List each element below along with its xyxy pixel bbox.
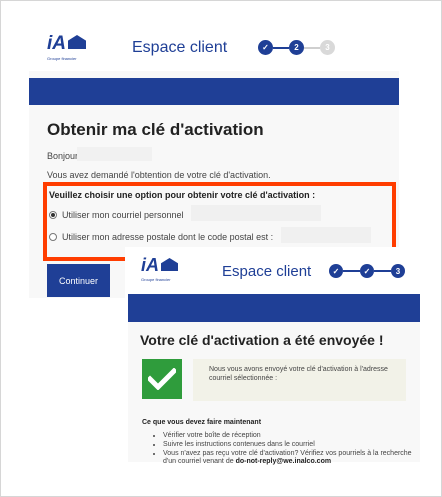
continue-button[interactable]: Continuer [47, 264, 110, 297]
step-1-complete-icon: ✓ [258, 40, 273, 55]
radio-selected-icon[interactable] [49, 211, 57, 219]
page-title: Obtenir ma clé d'activation [47, 120, 264, 139]
step-1-complete-icon: ✓ [329, 264, 343, 278]
todo-title: Ce que vous devez faire maintenant [142, 419, 262, 426]
step-2-current: 2 [289, 40, 304, 55]
success-check-icon [142, 359, 182, 399]
step-connector [374, 270, 391, 272]
logo-house-icon [68, 35, 86, 49]
list-item: Vous n'avez pas reçu votre clé d'activat… [163, 450, 418, 466]
logo-tagline: Groupe financier [141, 277, 171, 282]
request-text: Vous avez demandé l'obtention de votre c… [47, 170, 271, 180]
logo-text: iA [141, 255, 159, 275]
step-indicator: ✓ ✓ 3 [329, 264, 405, 278]
email-field [191, 205, 321, 221]
activation-sent-screen: iA Groupe financier Espace client ✓ ✓ 3 … [125, 247, 420, 465]
step-connector [304, 46, 320, 49]
todo-list: Vérifier votre boîte de réception Suivre… [155, 432, 418, 467]
blue-banner [128, 294, 420, 322]
sender-email: do-not-reply@we.inalco.com [235, 458, 332, 465]
step-3-current: 3 [391, 264, 405, 278]
logo-house-icon [161, 258, 178, 271]
ia-logo[interactable]: iA Groupe financier [141, 255, 178, 282]
option-postal-label: Utiliser mon adresse postale dont le cod… [62, 232, 274, 242]
page-title: Votre clé d'activation a été envoyée ! [140, 332, 384, 348]
postal-code-field [281, 227, 371, 243]
greeting: Bonjour [47, 151, 79, 161]
option-email-label: Utiliser mon courriel personnel [62, 210, 184, 220]
checkmark-icon [148, 368, 176, 390]
name-field-redacted [77, 147, 152, 161]
header: iA Groupe financier Espace client ✓ 2 3 [29, 23, 399, 71]
radio-unselected-icon[interactable] [49, 233, 57, 241]
list-item: Suivre les instructions contenues dans l… [163, 441, 418, 449]
header-title: Espace client [222, 263, 312, 280]
list-item: Vérifier votre boîte de réception [163, 432, 418, 440]
step-indicator: ✓ 2 3 [258, 40, 335, 55]
confirmation-text: Nous vous avons envoyé votre clé d'activ… [209, 366, 388, 382]
step-connector [343, 270, 360, 272]
ia-logo[interactable]: iA Groupe financier [47, 33, 86, 61]
blue-banner [29, 78, 399, 105]
header-title: Espace client [132, 39, 228, 56]
choose-option-label: Veuillez choisir une option pour obtenir… [49, 190, 316, 200]
logo-tagline: Groupe financier [47, 56, 77, 61]
option-postal-radio[interactable]: Utiliser mon adresse postale dont le cod… [49, 232, 273, 242]
step-3-pending: 3 [320, 40, 335, 55]
option-email-radio[interactable]: Utiliser mon courriel personnel [49, 210, 184, 220]
step-connector [273, 46, 289, 49]
step-2-complete-icon: ✓ [360, 264, 374, 278]
logo-text: iA [47, 33, 66, 54]
